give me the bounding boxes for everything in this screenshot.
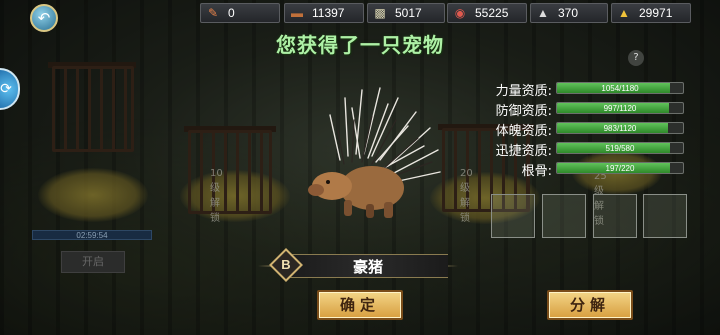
back-button[interactable]: ↶ — [30, 4, 58, 32]
back-arrow-icon: ↶ — [37, 9, 51, 27]
porcupine-pet-image — [308, 87, 441, 218]
resource-value: 0 — [228, 6, 235, 20]
gold-icon: ▲ — [618, 6, 630, 20]
resource-scroll: ✎ 0 — [200, 3, 280, 23]
confirm-button[interactable]: 确定 — [317, 290, 403, 320]
decompose-button[interactable]: 分解 — [547, 290, 633, 320]
stat-bar-root-bone: 197/220 — [556, 162, 684, 174]
reward-title: 您获得了一只宠物 — [276, 33, 444, 57]
resource-value: 55225 — [475, 6, 509, 20]
resource-stone: ▩ 5017 — [367, 3, 445, 23]
stat-label-physique: 体魄资质: — [495, 124, 552, 139]
stat-bar-physique: 983/1120 — [556, 122, 684, 134]
resource-silver: ▲ 370 — [530, 3, 608, 23]
resource-value: 5017 — [395, 6, 422, 20]
meat-icon: ◉ — [454, 6, 466, 20]
stat-label-strength: 力量资质: — [495, 84, 552, 99]
refresh-icon: ⟳ — [0, 81, 12, 97]
scroll-icon: ✎ — [207, 6, 219, 20]
help-icon[interactable]: ? — [628, 50, 644, 66]
resource-gold: ▲ 29971 — [611, 3, 691, 23]
stat-value: 1054/1180 — [601, 84, 639, 93]
pet-name: 豪猪 — [352, 258, 383, 276]
stat-bar-strength: 1054/1180 — [556, 82, 684, 94]
skill-slot-2[interactable] — [542, 194, 586, 238]
stat-label-root-bone: 根骨: — [521, 164, 552, 179]
resource-meat: ◉ 55225 — [447, 3, 527, 23]
stat-value: 983/1120 — [603, 124, 637, 133]
resource-value: 370 — [558, 6, 579, 20]
stat-bar-agility: 519/580 — [556, 142, 684, 154]
skill-slot-1[interactable] — [491, 194, 535, 238]
skill-slot-4[interactable] — [643, 194, 687, 238]
stat-label-agility: 迅捷资质: — [495, 144, 552, 159]
wood-icon: ▬ — [291, 6, 303, 20]
stat-value: 519/580 — [605, 144, 635, 153]
silver-icon: ▲ — [537, 6, 549, 20]
stat-value: 197/220 — [605, 164, 635, 173]
resource-wood: ▬ 11397 — [284, 3, 364, 23]
pet-name-plate: B 豪猪 — [258, 248, 458, 282]
resource-value: 29971 — [639, 6, 673, 20]
stat-label-defense: 防御资质: — [495, 104, 552, 119]
resource-value: 11397 — [312, 6, 345, 20]
stone-icon: ▩ — [374, 6, 386, 20]
stat-value: 997/1120 — [603, 104, 637, 113]
skill-slot-3[interactable] — [593, 194, 637, 238]
stat-bar-defense: 997/1120 — [556, 102, 684, 114]
